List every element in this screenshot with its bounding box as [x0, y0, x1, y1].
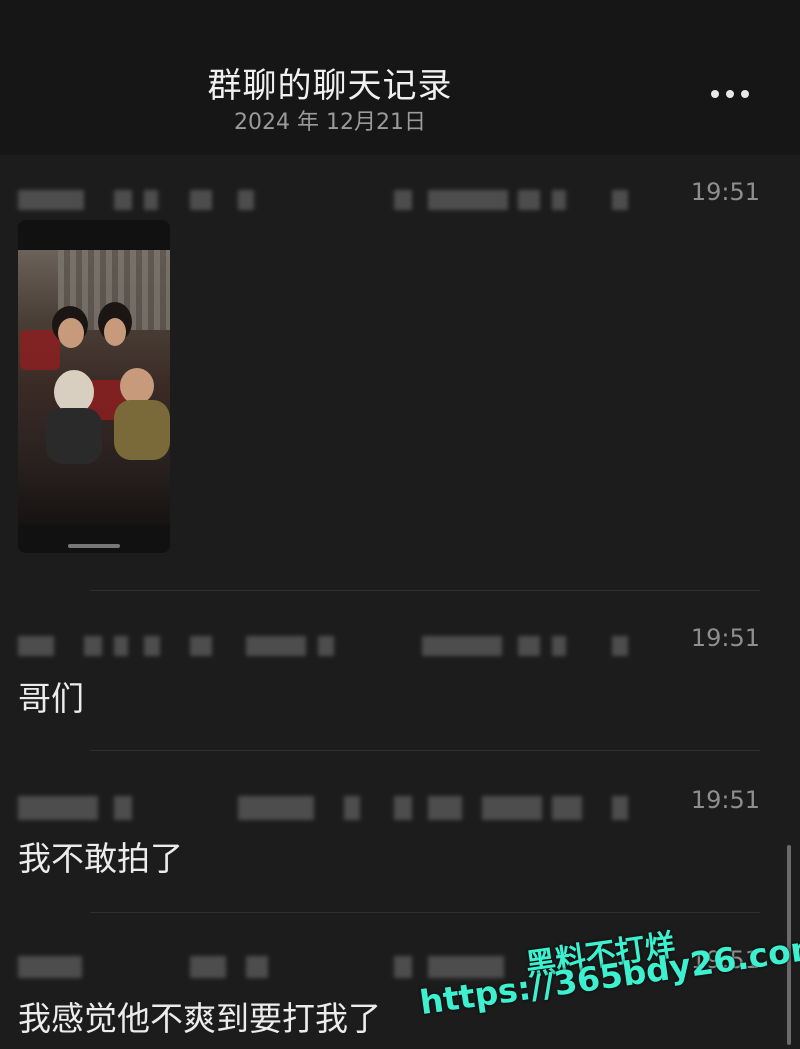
sender-name-blurred [18, 630, 658, 660]
message-time: 19:51 [690, 786, 760, 814]
message-text: 我感觉他不爽到要打我了 [18, 999, 381, 1038]
message-divider [90, 750, 760, 751]
message-time: 19:51 [690, 624, 760, 652]
more-options-button[interactable] [700, 76, 760, 112]
image-attachment[interactable] [18, 220, 170, 553]
sender-name-blurred [18, 186, 658, 216]
more-icon [726, 90, 734, 98]
more-icon [741, 90, 749, 98]
message-divider [90, 912, 760, 913]
message-divider [90, 590, 760, 591]
message-text: 哥们 [18, 679, 84, 718]
message-text: 我不敢拍了 [18, 839, 183, 878]
chat-message: 19:51 哥们 [0, 600, 800, 750]
more-icon [711, 90, 719, 98]
chat-date: 2024 年 12月21日 [234, 110, 426, 135]
message-time: 19:51 [690, 178, 760, 206]
chat-header: 群聊的聊天记录 2024 年 12月21日 [0, 0, 800, 155]
sender-name-blurred [18, 792, 658, 822]
page-title: 群聊的聊天记录 [207, 66, 453, 106]
chat-message: 19:51 我不敢拍了 [0, 760, 800, 910]
